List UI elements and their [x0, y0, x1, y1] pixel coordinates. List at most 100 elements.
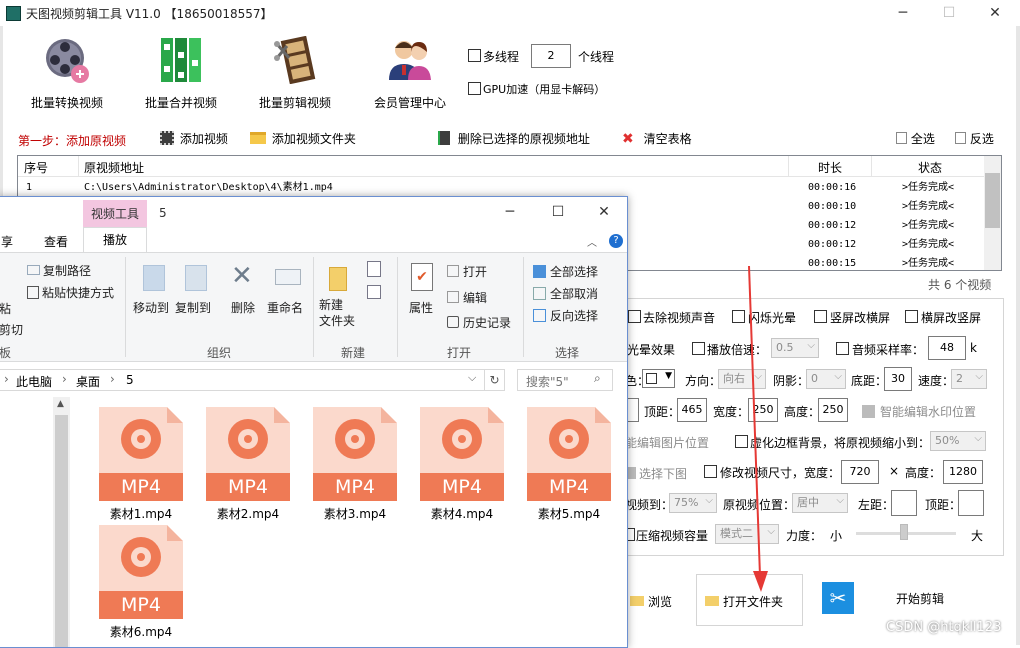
- select-all-button[interactable]: 全选: [896, 130, 935, 147]
- file-item[interactable]: MP4 素材1.mp4: [99, 407, 183, 521]
- tab-view[interactable]: 查看: [44, 233, 68, 250]
- cut-button[interactable]: 剪切: [0, 321, 23, 338]
- col-path-header[interactable]: 原视频地址: [84, 159, 144, 176]
- breadcrumb-desktop[interactable]: 桌面: [76, 373, 100, 390]
- scroll-up-icon[interactable]: ▲: [57, 399, 64, 409]
- breadcrumb-folder[interactable]: 5: [126, 373, 134, 387]
- scrollbar-thumb[interactable]: [985, 173, 1000, 228]
- delete-button[interactable]: 删除: [231, 299, 255, 316]
- top2-input[interactable]: [958, 490, 984, 516]
- collapse-ribbon-icon[interactable]: ︿: [587, 234, 597, 249]
- blur-scale-select[interactable]: 50%: [930, 430, 986, 451]
- breadcrumb-this-pc[interactable]: 此电脑: [16, 373, 52, 390]
- pick-image-button[interactable]: 选择下图: [626, 465, 687, 482]
- strength-slider-thumb[interactable]: [900, 524, 908, 540]
- table-scrollbar[interactable]: [984, 156, 1001, 270]
- sample-rate-input[interactable]: 48: [928, 336, 966, 360]
- left-distance-input[interactable]: [891, 490, 917, 516]
- paste-shortcut-icon: [27, 286, 39, 299]
- resize-height-input[interactable]: 1280: [943, 460, 983, 484]
- start-edit-icon[interactable]: ✂: [822, 582, 854, 614]
- file-item[interactable]: MP4 素材5.mp4: [527, 407, 611, 521]
- gpu-checkbox[interactable]: [468, 82, 481, 95]
- v2h-checkbox[interactable]: [814, 310, 827, 323]
- remove-audio-checkbox[interactable]: [628, 310, 641, 323]
- file-item[interactable]: MP4 素材6.mp4: [99, 525, 183, 639]
- batch-merge-button[interactable]: 批量合并视频: [126, 34, 236, 114]
- speed-select[interactable]: 0.5: [771, 337, 819, 358]
- add-folder-button[interactable]: 添加视频文件夹: [250, 130, 356, 148]
- invert-select-button[interactable]: 反选: [955, 130, 994, 147]
- smart-watermark-button[interactable]: 智能编辑水印位置: [862, 403, 976, 420]
- resize-checkbox[interactable]: [704, 465, 717, 478]
- close-button[interactable]: ✕: [972, 0, 1018, 26]
- help-icon[interactable]: ?: [609, 234, 623, 248]
- select-all-button[interactable]: 全部选择: [533, 263, 598, 280]
- height-input[interactable]: 250: [818, 398, 848, 422]
- video-tools-label: 视频工具: [90, 207, 139, 221]
- member-center-button[interactable]: 会员管理中心: [355, 34, 465, 114]
- col-duration-header[interactable]: 时长: [818, 159, 842, 176]
- tab-share[interactable]: 享: [1, 233, 13, 250]
- add-video-button[interactable]: 添加视频: [160, 130, 228, 148]
- search-box[interactable]: 搜索"5" ⌕: [517, 369, 613, 391]
- minimize-button[interactable]: ─: [880, 0, 926, 26]
- move-to-button[interactable]: 移动到: [133, 299, 169, 316]
- open-button[interactable]: 打开: [447, 263, 487, 280]
- table-row[interactable]: 1 C:\Users\Administrator\Desktop\4\素材1.mp…: [18, 178, 985, 197]
- top-input[interactable]: 465: [677, 398, 707, 422]
- speed2-label: 速度：: [918, 374, 955, 388]
- thread-count-input[interactable]: 2: [531, 44, 571, 68]
- video-tools-tab[interactable]: 视频工具: [83, 200, 147, 227]
- edit-button[interactable]: 编辑: [447, 289, 487, 306]
- delete-selected-button[interactable]: 删除已选择的原视频地址: [438, 130, 590, 148]
- browse-button[interactable]: 浏览: [630, 593, 672, 610]
- paste-button[interactable]: 粘: [0, 300, 11, 317]
- explorer-close-button[interactable]: ✕: [581, 199, 627, 225]
- nav-scroll-thumb[interactable]: [55, 415, 68, 647]
- new-folder-button[interactable]: 新建 文件夹: [319, 297, 355, 329]
- left-input-partial[interactable]: [627, 398, 639, 422]
- batch-convert-button[interactable]: 批量转换视频: [12, 34, 122, 114]
- rename-button[interactable]: 重命名: [267, 299, 303, 316]
- resize-width-input[interactable]: 720: [841, 460, 879, 484]
- file-item[interactable]: MP4 素材4.mp4: [420, 407, 504, 521]
- file-item[interactable]: MP4 素材2.mp4: [206, 407, 290, 521]
- speed2-select[interactable]: 2: [951, 368, 987, 389]
- history-button[interactable]: 历史记录: [447, 314, 511, 331]
- clear-table-button[interactable]: ✖ 清空表格: [622, 130, 692, 148]
- maximize-button[interactable]: ☐: [926, 0, 972, 26]
- scale-select[interactable]: 75%: [669, 492, 717, 513]
- search-input[interactable]: 搜索"5": [526, 373, 569, 390]
- batch-edit-button[interactable]: 批量剪辑视频: [240, 34, 350, 114]
- copy-to-button[interactable]: 复制到: [175, 299, 211, 316]
- col-status-header[interactable]: 状态: [918, 159, 942, 176]
- paste-shortcut-button[interactable]: 粘贴快捷方式: [27, 284, 114, 301]
- color-picker[interactable]: ▼: [642, 369, 675, 388]
- address-bar[interactable]: › 此电脑 › 桌面 › 5 ⌵ ↻: [0, 369, 505, 391]
- sample-rate-checkbox[interactable]: [836, 342, 849, 355]
- speed-checkbox[interactable]: [692, 342, 705, 355]
- orig-pos-select[interactable]: 居中: [792, 492, 848, 513]
- easy-access-icon[interactable]: [367, 285, 381, 299]
- multithread-checkbox[interactable]: [468, 49, 481, 62]
- search-icon[interactable]: ⌕: [594, 371, 601, 386]
- file-item[interactable]: MP4 素材3.mp4: [313, 407, 397, 521]
- invert-selection-button[interactable]: 反向选择: [533, 307, 598, 324]
- refresh-icon[interactable]: ↻: [484, 370, 504, 390]
- copy-path-button[interactable]: 复制路径: [27, 262, 91, 279]
- nav-pane-scrollbar[interactable]: ▲: [53, 397, 70, 647]
- red-x-icon: ✖: [622, 131, 634, 147]
- select-none-button[interactable]: 全部取消: [533, 285, 598, 302]
- new-item-icon[interactable]: [367, 261, 381, 277]
- start-edit-button[interactable]: 开始剪辑: [896, 590, 944, 607]
- history-dropdown-icon[interactable]: ⌵: [468, 371, 476, 385]
- shadow-select[interactable]: 0: [806, 368, 846, 389]
- col-index-header[interactable]: 序号: [24, 159, 48, 176]
- bottom-distance-input[interactable]: 30: [884, 367, 912, 391]
- tab-play[interactable]: 播放: [83, 227, 147, 252]
- explorer-maximize-button[interactable]: ☐: [535, 199, 581, 225]
- properties-button[interactable]: 属性: [409, 299, 433, 316]
- h2v-checkbox[interactable]: [905, 310, 918, 323]
- explorer-minimize-button[interactable]: ─: [487, 199, 533, 225]
